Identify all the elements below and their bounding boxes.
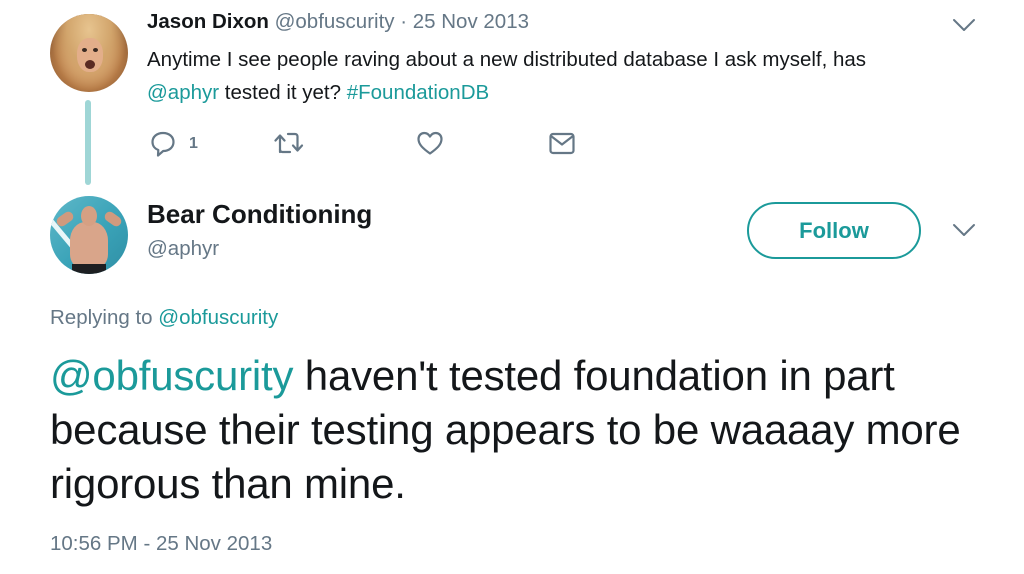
avatar-shorts [72, 264, 106, 274]
follow-button[interactable]: Follow [747, 202, 921, 259]
like-button[interactable] [416, 130, 444, 156]
avatar-arm [102, 209, 124, 229]
main-author-handle[interactable]: @aphyr [147, 237, 219, 261]
parent-text-line1: Anytime I see people raving about a new … [147, 48, 867, 71]
jason-dixon-avatar[interactable] [50, 14, 128, 92]
direct-message-button[interactable] [548, 130, 576, 156]
avatar-eye [93, 48, 98, 52]
bear-conditioning-avatar[interactable] [50, 196, 128, 274]
reply-bubble-icon [151, 131, 175, 157]
parent-text-mid: tested it yet? [219, 81, 347, 104]
mention-link[interactable]: @obfuscurity [50, 352, 294, 399]
parent-tweet-header: Jason Dixon @obfuscurity · 25 Nov 2013 [147, 10, 529, 34]
chevron-down-icon [953, 224, 975, 236]
replying-to-link[interactable]: @obfuscurity [158, 306, 278, 329]
retweet-button[interactable] [274, 130, 304, 156]
retweet-icon [274, 132, 304, 154]
parent-tweet-text: Anytime I see people raving about a new … [147, 43, 987, 109]
replying-to-line: Replying to @obfuscurity [50, 306, 278, 330]
main-author-name[interactable]: Bear Conditioning [147, 199, 372, 230]
parent-tweet-menu-button[interactable] [952, 17, 976, 33]
reply-count: 1 [189, 135, 198, 152]
main-tweet-text: @obfuscurity haven't tested foundation i… [50, 349, 980, 511]
heart-icon [417, 131, 443, 155]
hashtag-link[interactable]: #FoundationDB [347, 81, 489, 104]
main-tweet-menu-button[interactable] [952, 222, 976, 238]
tweet-timestamp[interactable]: 10:56 PM - 25 Nov 2013 [50, 532, 272, 556]
thread-connector-line [85, 100, 91, 185]
chevron-down-icon [953, 19, 975, 31]
reply-button[interactable]: 1 [150, 130, 198, 158]
parent-author-handle[interactable]: @obfuscurity [275, 10, 395, 33]
avatar-eye [82, 48, 87, 52]
avatar-arm [54, 209, 76, 229]
avatar-body [70, 222, 108, 268]
replying-prefix: Replying to [50, 306, 159, 329]
envelope-icon [549, 132, 575, 155]
parent-author-name[interactable]: Jason Dixon [147, 10, 269, 33]
mention-link[interactable]: @aphyr [147, 81, 219, 104]
avatar-mouth [85, 60, 95, 69]
header-separator: · [394, 10, 413, 33]
parent-tweet-date[interactable]: 25 Nov 2013 [413, 10, 529, 33]
avatar-head [81, 206, 97, 226]
